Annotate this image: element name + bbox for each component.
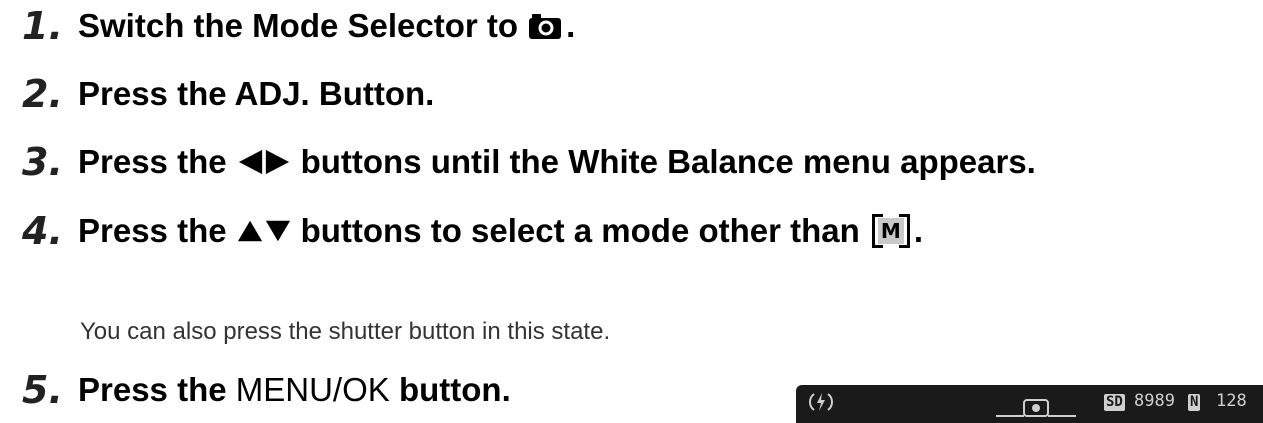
quality-badge: N <box>1188 394 1201 411</box>
step-number: 2. <box>22 72 63 116</box>
quality-icon: N <box>1188 391 1201 411</box>
step-number: 5. <box>22 368 63 412</box>
mode-letter: M <box>877 218 904 244</box>
step-5: 5. Press the MENU/OK button. <box>22 365 511 415</box>
step-suffix: . <box>566 7 576 44</box>
sd-card-icon: SD <box>1104 391 1125 411</box>
step-text-before: Press the <box>78 212 227 249</box>
left-right-arrows-icon <box>238 149 289 175</box>
step-4: 4. Press the buttons to select a mode ot… <box>22 206 923 256</box>
step-text: Press the buttons until the White Balanc… <box>78 142 1036 182</box>
shooting-mode-icon <box>996 399 1076 417</box>
camera-icon <box>529 14 562 39</box>
step-1: 1. Switch the Mode Selector to . <box>22 1 575 51</box>
step-text: Press the MENU/OK button. <box>78 370 511 410</box>
step-text-after: button. <box>398 371 511 408</box>
step-number: 1. <box>22 4 63 48</box>
step-3: 3. Press the buttons until the White Bal… <box>22 137 1036 187</box>
sd-badge: SD <box>1104 394 1125 411</box>
shots-remaining: 8989 <box>1134 391 1175 411</box>
step-number: 3. <box>22 140 63 184</box>
menu-ok-button-name: MENU/OK <box>235 371 390 408</box>
flash-icon <box>809 393 833 411</box>
manual-white-balance-icon: M <box>871 214 910 248</box>
step-note: You can also press the shutter button in… <box>80 318 611 345</box>
image-size-value: 128 <box>1216 391 1247 411</box>
step-suffix: . <box>913 212 923 249</box>
step-text-after: buttons until the White Balance menu app… <box>300 143 1036 180</box>
step-number: 4. <box>22 209 63 253</box>
step-text-before: Press the <box>78 371 227 408</box>
step-text: Press the ADJ. Button. <box>78 75 435 112</box>
manual-page: 1. Switch the Mode Selector to . 2. Pres… <box>0 0 1263 423</box>
step-text: Press the buttons to select a mode other… <box>78 211 923 251</box>
step-2: 2. Press the ADJ. Button. <box>22 69 434 119</box>
up-down-arrows-icon <box>237 220 290 242</box>
step-instruction: Switch the Mode Selector to <box>78 7 519 44</box>
step-text-after: buttons to select a mode other than <box>300 212 860 249</box>
step-text: Switch the Mode Selector to . <box>78 6 575 46</box>
step-text-before: Press the <box>78 143 227 180</box>
lcd-screen-illustration: SD 8989 N 128 <box>796 385 1263 423</box>
